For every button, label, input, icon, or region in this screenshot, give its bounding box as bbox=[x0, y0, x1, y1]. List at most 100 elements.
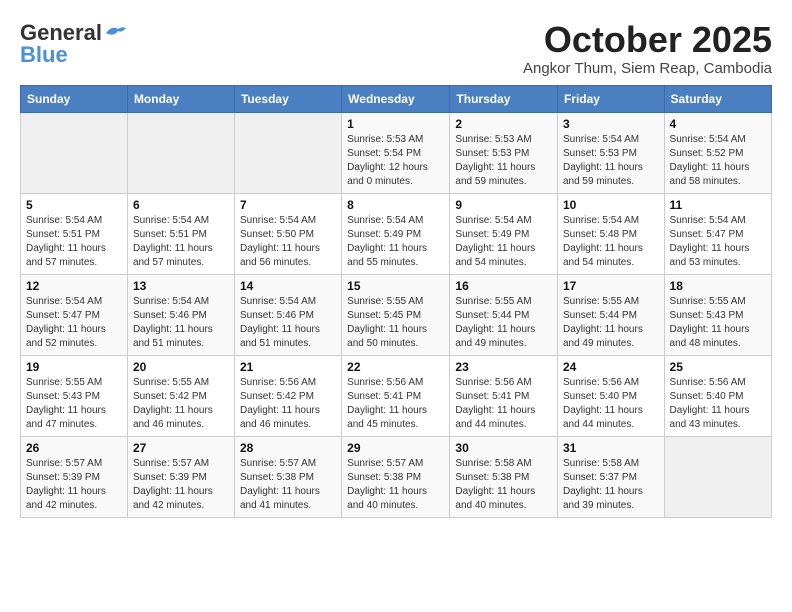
weekday-header-sunday: Sunday bbox=[21, 85, 128, 112]
calendar-cell: 19 Sunrise: 5:55 AMSunset: 5:43 PMDayligh… bbox=[21, 355, 128, 436]
day-number: 7 bbox=[240, 198, 336, 212]
day-detail: Sunrise: 5:57 AMSunset: 5:39 PMDaylight:… bbox=[133, 457, 229, 513]
calendar-cell: 17Sunrise: 5:55 AMSunset: 5:44 PMDayligh… bbox=[557, 274, 664, 355]
day-number: 9 bbox=[455, 198, 552, 212]
title-area: October 2025 Angkor Thum, Siem Reap, Cam… bbox=[523, 20, 772, 77]
weekday-header-thursday: Thursday bbox=[450, 85, 558, 112]
day-detail: Sunrise: 5:58 AMSunset: 5:38 PMDaylight:… bbox=[455, 457, 552, 513]
calendar-cell: 25 Sunrise: 5:56 AMSunset: 5:40 PMDayligh… bbox=[664, 355, 771, 436]
day-detail: Sunrise: 5:54 AMSunset: 5:48 PMDaylight:… bbox=[563, 214, 659, 270]
calendar-cell: 4 Sunrise: 5:54 AMSunset: 5:52 PMDaylight… bbox=[664, 112, 771, 193]
weekday-header-tuesday: Tuesday bbox=[234, 85, 341, 112]
day-number: 2 bbox=[455, 117, 552, 131]
logo-blue-text: Blue bbox=[20, 42, 68, 68]
calendar-week-row: 1Sunrise: 5:53 AMSunset: 5:54 PMDaylight… bbox=[21, 112, 772, 193]
calendar-cell: 2 Sunrise: 5:53 AMSunset: 5:53 PMDaylight… bbox=[450, 112, 558, 193]
day-number: 20 bbox=[133, 360, 229, 374]
calendar-cell: 27 Sunrise: 5:57 AMSunset: 5:39 PMDayligh… bbox=[127, 436, 234, 517]
day-number: 25 bbox=[670, 360, 766, 374]
day-detail: Sunrise: 5:55 AMSunset: 5:44 PMDaylight:… bbox=[455, 295, 552, 351]
calendar-cell: 8 Sunrise: 5:54 AMSunset: 5:49 PMDaylight… bbox=[342, 193, 450, 274]
day-detail: Sunrise: 5:54 AMSunset: 5:50 PMDaylight:… bbox=[240, 214, 336, 270]
day-detail: Sunrise: 5:57 AMSunset: 5:38 PMDaylight:… bbox=[347, 457, 444, 513]
calendar-cell: 14 Sunrise: 5:54 AMSunset: 5:46 PMDayligh… bbox=[234, 274, 341, 355]
day-detail: Sunrise: 5:56 AMSunset: 5:40 PMDaylight:… bbox=[563, 376, 659, 432]
day-number: 12 bbox=[26, 279, 122, 293]
day-detail: Sunrise: 5:54 AMSunset: 5:51 PMDaylight:… bbox=[26, 214, 122, 270]
weekday-header-wednesday: Wednesday bbox=[342, 85, 450, 112]
day-detail: Sunrise: 5:53 AMSunset: 5:53 PMDaylight:… bbox=[455, 133, 552, 189]
day-number: 4 bbox=[670, 117, 766, 131]
calendar-cell: 29 Sunrise: 5:57 AMSunset: 5:38 PMDayligh… bbox=[342, 436, 450, 517]
calendar-cell: 9Sunrise: 5:54 AMSunset: 5:49 PMDaylight… bbox=[450, 193, 558, 274]
day-number: 28 bbox=[240, 441, 336, 455]
day-detail: Sunrise: 5:54 AMSunset: 5:52 PMDaylight:… bbox=[670, 133, 766, 189]
calendar-cell: 28 Sunrise: 5:57 AMSunset: 5:38 PMDayligh… bbox=[234, 436, 341, 517]
day-number: 30 bbox=[455, 441, 552, 455]
month-title: October 2025 bbox=[523, 20, 772, 60]
calendar-cell: 23Sunrise: 5:56 AMSunset: 5:41 PMDayligh… bbox=[450, 355, 558, 436]
day-number: 13 bbox=[133, 279, 229, 293]
day-detail: Sunrise: 5:56 AMSunset: 5:42 PMDaylight:… bbox=[240, 376, 336, 432]
day-detail: Sunrise: 5:54 AMSunset: 5:47 PMDaylight:… bbox=[26, 295, 122, 351]
calendar-table: SundayMondayTuesdayWednesdayThursdayFrid… bbox=[20, 85, 772, 518]
day-number: 6 bbox=[133, 198, 229, 212]
day-detail: Sunrise: 5:54 AMSunset: 5:49 PMDaylight:… bbox=[347, 214, 444, 270]
day-detail: Sunrise: 5:57 AMSunset: 5:38 PMDaylight:… bbox=[240, 457, 336, 513]
calendar-cell: 30 Sunrise: 5:58 AMSunset: 5:38 PMDayligh… bbox=[450, 436, 558, 517]
day-detail: Sunrise: 5:58 AMSunset: 5:37 PMDaylight:… bbox=[563, 457, 659, 513]
day-number: 31 bbox=[563, 441, 659, 455]
day-detail: Sunrise: 5:57 AMSunset: 5:39 PMDaylight:… bbox=[26, 457, 122, 513]
calendar-week-row: 12 Sunrise: 5:54 AMSunset: 5:47 PMDayligh… bbox=[21, 274, 772, 355]
calendar-cell: 6Sunrise: 5:54 AMSunset: 5:51 PMDaylight… bbox=[127, 193, 234, 274]
day-detail: Sunrise: 5:55 AMSunset: 5:43 PMDaylight:… bbox=[26, 376, 122, 432]
day-number: 17 bbox=[563, 279, 659, 293]
calendar-cell: 1Sunrise: 5:53 AMSunset: 5:54 PMDaylight… bbox=[342, 112, 450, 193]
day-number: 19 bbox=[26, 360, 122, 374]
calendar-cell: 31 Sunrise: 5:58 AMSunset: 5:37 PMDayligh… bbox=[557, 436, 664, 517]
day-detail: Sunrise: 5:54 AMSunset: 5:46 PMDaylight:… bbox=[133, 295, 229, 351]
day-number: 22 bbox=[347, 360, 444, 374]
day-detail: Sunrise: 5:55 AMSunset: 5:43 PMDaylight:… bbox=[670, 295, 766, 351]
weekday-header-friday: Friday bbox=[557, 85, 664, 112]
calendar-cell: 5Sunrise: 5:54 AMSunset: 5:51 PMDaylight… bbox=[21, 193, 128, 274]
day-number: 18 bbox=[670, 279, 766, 293]
calendar-header-row: SundayMondayTuesdayWednesdayThursdayFrid… bbox=[21, 85, 772, 112]
day-number: 29 bbox=[347, 441, 444, 455]
day-number: 11 bbox=[670, 198, 766, 212]
calendar-cell: 12 Sunrise: 5:54 AMSunset: 5:47 PMDayligh… bbox=[21, 274, 128, 355]
day-detail: Sunrise: 5:56 AMSunset: 5:40 PMDaylight:… bbox=[670, 376, 766, 432]
day-detail: Sunrise: 5:54 AMSunset: 5:47 PMDaylight:… bbox=[670, 214, 766, 270]
calendar-cell bbox=[234, 112, 341, 193]
day-number: 26 bbox=[26, 441, 122, 455]
day-number: 15 bbox=[347, 279, 444, 293]
day-number: 14 bbox=[240, 279, 336, 293]
calendar-cell bbox=[664, 436, 771, 517]
calendar-cell: 18 Sunrise: 5:55 AMSunset: 5:43 PMDayligh… bbox=[664, 274, 771, 355]
day-number: 1 bbox=[347, 117, 444, 131]
weekday-header-monday: Monday bbox=[127, 85, 234, 112]
logo-bird-icon bbox=[104, 25, 126, 41]
day-detail: Sunrise: 5:56 AMSunset: 5:41 PMDaylight:… bbox=[347, 376, 444, 432]
calendar-cell: 22 Sunrise: 5:56 AMSunset: 5:41 PMDayligh… bbox=[342, 355, 450, 436]
calendar-cell: 10 Sunrise: 5:54 AMSunset: 5:48 PMDayligh… bbox=[557, 193, 664, 274]
logo: General Blue bbox=[20, 20, 126, 68]
calendar-cell bbox=[127, 112, 234, 193]
calendar-cell: 15Sunrise: 5:55 AMSunset: 5:45 PMDayligh… bbox=[342, 274, 450, 355]
day-number: 24 bbox=[563, 360, 659, 374]
day-number: 8 bbox=[347, 198, 444, 212]
day-number: 23 bbox=[455, 360, 552, 374]
calendar-cell: 24 Sunrise: 5:56 AMSunset: 5:40 PMDayligh… bbox=[557, 355, 664, 436]
calendar-week-row: 5Sunrise: 5:54 AMSunset: 5:51 PMDaylight… bbox=[21, 193, 772, 274]
calendar-cell: 26 Sunrise: 5:57 AMSunset: 5:39 PMDayligh… bbox=[21, 436, 128, 517]
day-number: 27 bbox=[133, 441, 229, 455]
page-header: General Blue October 2025 Angkor Thum, S… bbox=[20, 20, 772, 77]
calendar-cell: 11 Sunrise: 5:54 AMSunset: 5:47 PMDayligh… bbox=[664, 193, 771, 274]
day-number: 16 bbox=[455, 279, 552, 293]
calendar-cell: 16 Sunrise: 5:55 AMSunset: 5:44 PMDayligh… bbox=[450, 274, 558, 355]
day-detail: Sunrise: 5:54 AMSunset: 5:46 PMDaylight:… bbox=[240, 295, 336, 351]
calendar-cell: 3Sunrise: 5:54 AMSunset: 5:53 PMDaylight… bbox=[557, 112, 664, 193]
day-number: 10 bbox=[563, 198, 659, 212]
calendar-cell: 7 Sunrise: 5:54 AMSunset: 5:50 PMDaylight… bbox=[234, 193, 341, 274]
day-detail: Sunrise: 5:54 AMSunset: 5:53 PMDaylight:… bbox=[563, 133, 659, 189]
